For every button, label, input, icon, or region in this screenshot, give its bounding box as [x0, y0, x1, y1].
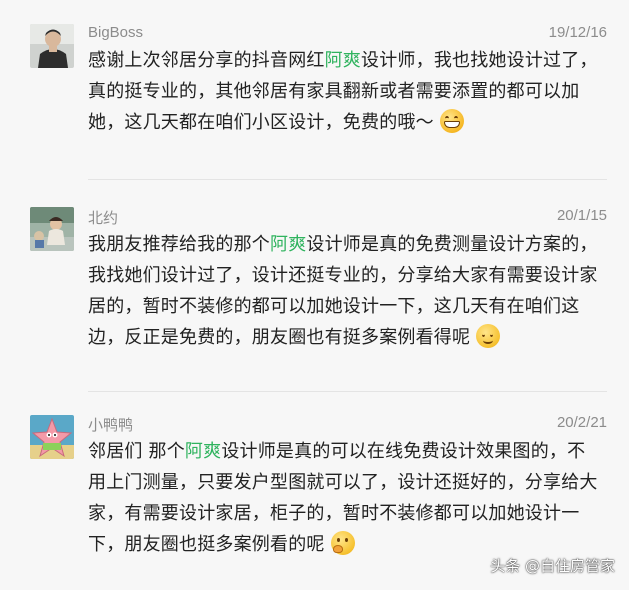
comment-date: 19/12/16 — [548, 24, 607, 41]
comment-text: 我朋友推荐给我的那个阿爽设计师是真的免费测量设计方案的，我找她们设计过了，设计还… — [88, 229, 598, 353]
highlighted-name: 阿爽 — [270, 234, 307, 255]
comment-date: 20/1/15 — [556, 207, 607, 224]
comment-text-before: 我朋友推荐给我的那个 — [88, 234, 270, 255]
divider — [88, 179, 607, 180]
comment-text-before: 邻居们 那个 — [88, 441, 185, 462]
highlighted-name: 阿爽 — [324, 50, 362, 71]
commenter-name[interactable]: BigBoss — [88, 24, 143, 41]
divider — [88, 391, 607, 392]
avatar[interactable] — [30, 207, 74, 251]
smiling-face-icon — [476, 324, 501, 348]
avatar[interactable] — [30, 415, 74, 459]
commenter-name[interactable]: 北约 — [88, 207, 118, 228]
avatar-person-photo-icon — [30, 24, 74, 68]
grinning-face-icon — [439, 109, 464, 133]
comment-date: 20/2/21 — [556, 414, 607, 431]
avatar-patrick-star-icon — [30, 415, 74, 459]
thinking-face-icon — [330, 531, 355, 555]
avatar[interactable] — [30, 24, 74, 68]
comment-text: 感谢上次邻居分享的抖音网红阿爽设计师，我也找她设计过了，真的挺专业的，其他邻居有… — [88, 45, 598, 138]
source-watermark: 头条 @自住房管家 — [490, 557, 615, 575]
comment-text-before: 感谢上次邻居分享的抖音网红 — [88, 50, 325, 71]
comment-text: 邻居们 那个阿爽设计师是真的可以在线免费设计效果图的，不用上门测量，只要发户型图… — [88, 436, 598, 560]
commenter-name[interactable]: 小鸭鸭 — [88, 414, 133, 435]
avatar-child-photo-icon — [30, 207, 74, 251]
highlighted-name: 阿爽 — [184, 441, 222, 462]
